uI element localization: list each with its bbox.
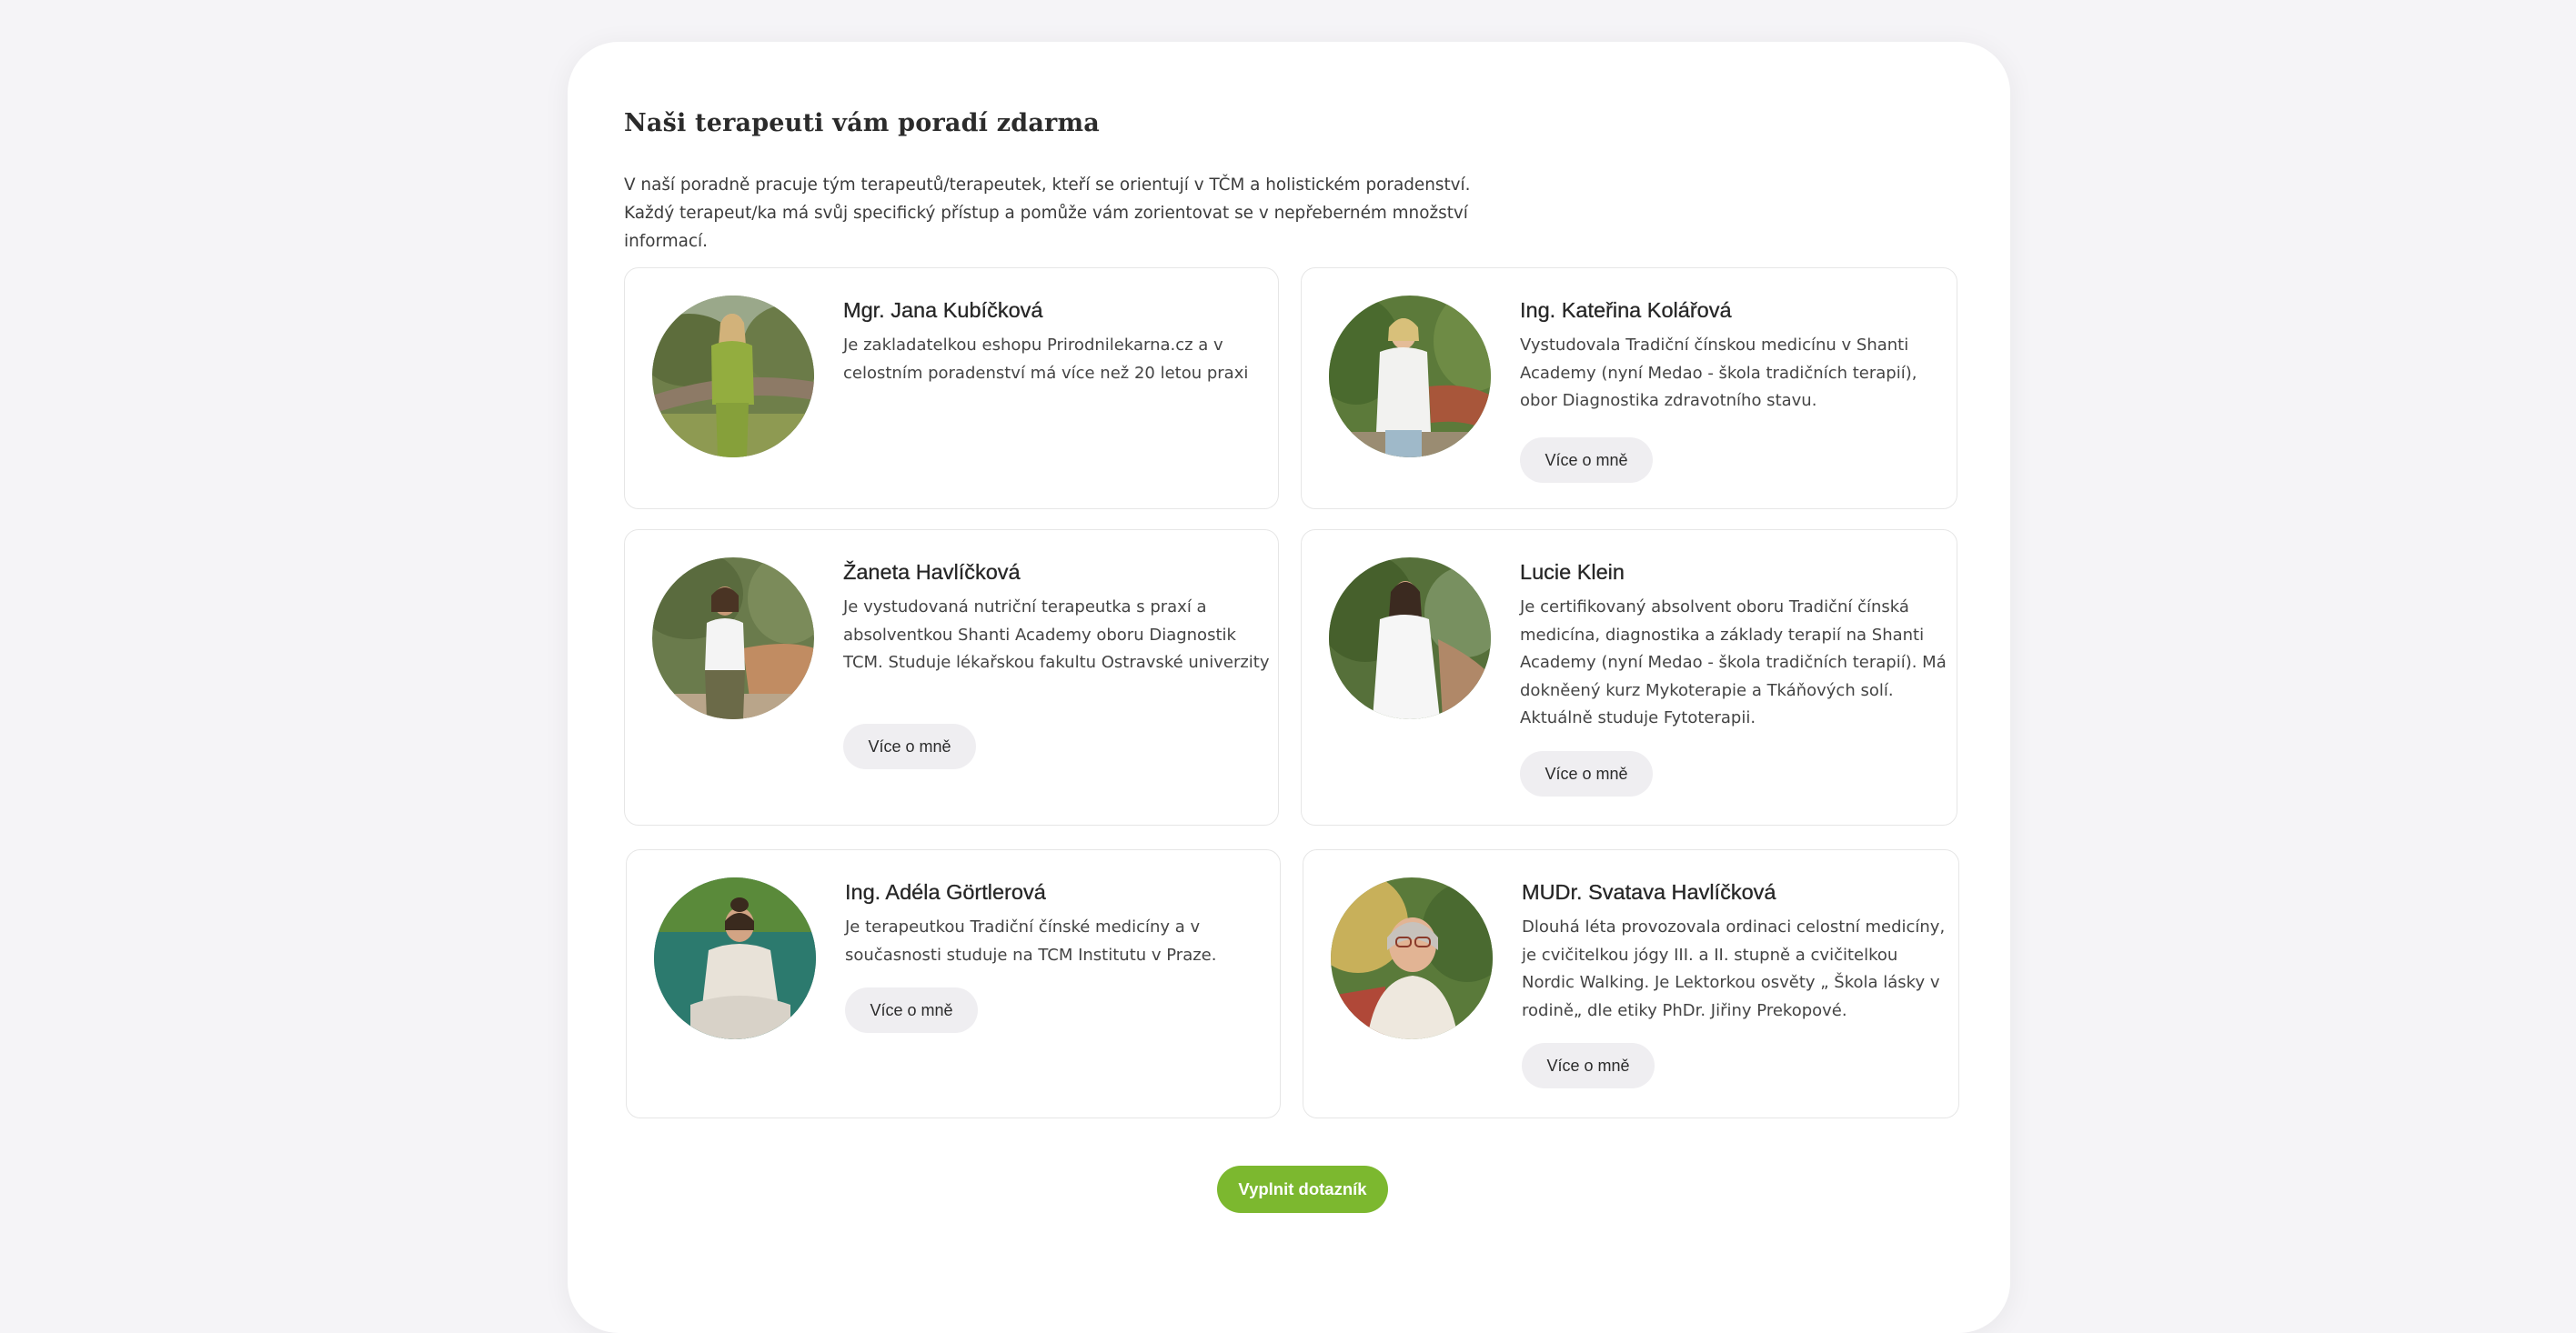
therapist-bio: Vystudovala Tradiční čínskou medicínu v … (1520, 336, 1917, 410)
therapist-photo (1329, 557, 1491, 719)
fill-questionnaire-button[interactable]: Vyplnit dotazník (1217, 1166, 1388, 1213)
therapist-bio: Je zakladatelkou eshopu Prirodnilekarna.… (843, 336, 1249, 383)
therapist-photo (1331, 877, 1493, 1039)
therapist-card: Ing. Kateřina Kolářová Vystudovala Tradi… (1301, 267, 1957, 509)
therapist-photo (654, 877, 816, 1039)
therapist-name: Žaneta Havlíčková (843, 560, 1021, 584)
therapist-bio: Je terapeutkou Tradiční čínské medicíny … (845, 917, 1217, 965)
more-about-me-button[interactable]: Více o mně (1520, 437, 1653, 483)
more-about-me-button[interactable]: Více o mně (845, 987, 978, 1033)
therapist-name: MUDr. Svatava Havlíčková (1522, 880, 1776, 904)
therapist-bio: Je vystudovaná nutriční terapeutka s pra… (843, 597, 1270, 672)
therapist-card: MUDr. Svatava Havlíčková Dlouhá léta pro… (1303, 849, 1959, 1118)
therapist-card: Ing. Adéla Görtlerová Je terapeutkou Tra… (626, 849, 1281, 1118)
therapist-photo (652, 296, 814, 457)
section-intro: V naší poradně pracuje tým terapeutů/ter… (624, 175, 1471, 251)
section-title: Naši terapeuti vám poradí zdarma (624, 109, 1100, 137)
therapist-card: Mgr. Jana Kubíčková Je zakladatelkou esh… (624, 267, 1279, 509)
more-about-me-button[interactable]: Více o mně (1520, 751, 1653, 797)
therapist-card: Lucie Klein Je certifikovaný absolvent o… (1301, 529, 1957, 826)
therapist-name: Ing. Kateřina Kolářová (1520, 298, 1732, 322)
more-about-me-button[interactable]: Více o mně (1522, 1043, 1655, 1088)
therapist-bio: Dlouhá léta provozovala ordinaci celostn… (1522, 917, 1946, 1020)
therapist-card: Žaneta Havlíčková Je vystudovaná nutričn… (624, 529, 1279, 826)
more-about-me-button[interactable]: Více o mně (843, 724, 976, 769)
therapist-name: Mgr. Jana Kubíčková (843, 298, 1043, 322)
therapists-panel: Naši terapeuti vám poradí zdarma V naší … (568, 42, 2010, 1333)
therapist-name: Lucie Klein (1520, 560, 1625, 584)
therapist-name: Ing. Adéla Görtlerová (845, 880, 1046, 904)
therapist-photo (1329, 296, 1491, 457)
therapist-photo (652, 557, 814, 719)
therapist-bio: Je certifikovaný absolvent oboru Tradičn… (1520, 597, 1947, 727)
